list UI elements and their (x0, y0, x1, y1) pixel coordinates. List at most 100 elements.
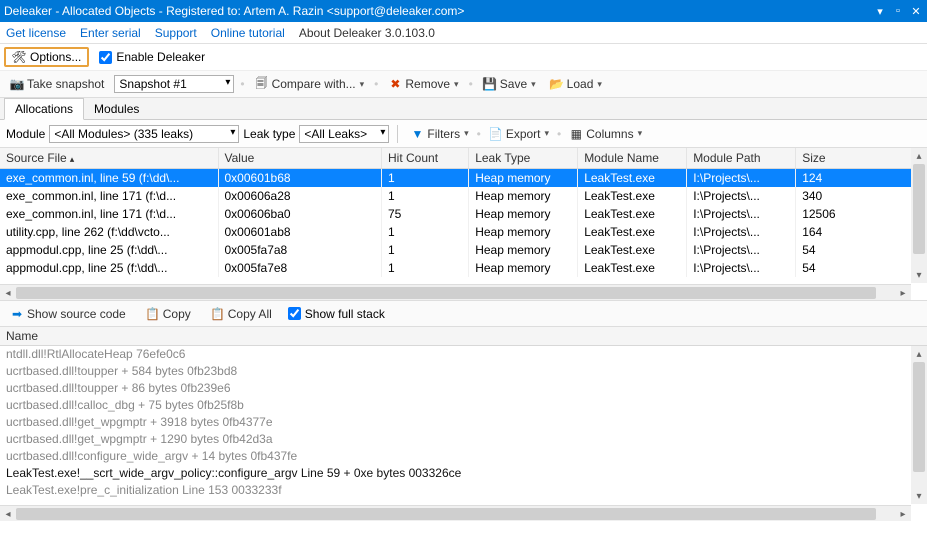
cell-hit: 75 (382, 205, 469, 223)
show-source-label: Show source code (27, 307, 126, 321)
grid-vscrollbar[interactable]: ▴ ▾ (911, 148, 927, 283)
show-full-stack-checkbox[interactable]: Show full stack (288, 307, 385, 321)
remove-button[interactable]: ✖ Remove ▾ (384, 75, 462, 93)
menu-get-license[interactable]: Get license (6, 26, 66, 40)
take-snapshot-button[interactable]: 📷 Take snapshot (6, 75, 108, 93)
enable-checkbox-input[interactable] (99, 51, 112, 64)
export-button[interactable]: 📄 Export ▾ (485, 125, 553, 143)
grid-header-row: Source File Value Hit Count Leak Type Mo… (0, 148, 927, 169)
stack-item[interactable]: ucrtbased.dll!get_wpgmptr + 1290 bytes 0… (0, 431, 927, 448)
table-row[interactable]: appmodul.cpp, line 25 (f:\dd\...0x005fa7… (0, 259, 927, 277)
stack-item[interactable]: ucrtbased.dll!calloc_dbg + 75 bytes 0fb2… (0, 397, 927, 414)
compare-button[interactable]: 🗐 Compare with... ▾ (251, 75, 369, 93)
allocations-grid[interactable]: Source File Value Hit Count Leak Type Mo… (0, 148, 927, 277)
copy-button[interactable]: 📋 Copy (142, 305, 195, 323)
scroll-left-icon[interactable]: ◂ (0, 506, 16, 521)
scroll-up-icon[interactable]: ▴ (911, 148, 927, 164)
separator: • (557, 127, 561, 141)
tab-allocations[interactable]: Allocations (4, 98, 84, 120)
col-module-name[interactable]: Module Name (578, 148, 687, 169)
scroll-thumb[interactable] (913, 362, 925, 472)
scroll-right-icon[interactable]: ▸ (895, 285, 911, 300)
module-label: Module (6, 127, 45, 141)
allocations-grid-wrap: Source File Value Hit Count Leak Type Mo… (0, 148, 927, 300)
main-toolbar: 📷 Take snapshot Snapshot #1 • 🗐 Compare … (0, 70, 927, 98)
copy-all-button[interactable]: 📋 Copy All (207, 305, 276, 323)
save-button[interactable]: 💾 Save ▾ (479, 75, 540, 93)
scroll-thumb[interactable] (16, 508, 876, 520)
leak-type-dropdown[interactable]: <All Leaks> (299, 125, 389, 143)
cell-path: I:\Projects\... (687, 223, 796, 241)
col-source-file[interactable]: Source File (0, 148, 218, 169)
scroll-up-icon[interactable]: ▴ (911, 346, 927, 362)
cell-path: I:\Projects\... (687, 169, 796, 188)
stack-vscrollbar[interactable]: ▴ ▾ (911, 346, 927, 504)
stack-item[interactable]: LeakTest.exe!pre_c_initialization Line 1… (0, 482, 927, 499)
filters-button[interactable]: ▼ Filters ▾ (406, 125, 472, 143)
options-button[interactable]: 🛠 Options... (4, 47, 89, 67)
maximize-icon[interactable]: ▫ (891, 4, 905, 18)
chevron-down-icon: ▾ (360, 79, 365, 90)
stack-item[interactable]: ucrtbased.dll!toupper + 584 bytes 0fb23b… (0, 363, 927, 380)
wrench-icon: 🛠 (12, 50, 26, 64)
col-leak-type[interactable]: Leak Type (469, 148, 578, 169)
cell-src: exe_common.inl, line 171 (f:\d... (0, 187, 218, 205)
enable-label: Enable Deleaker (116, 50, 205, 64)
close-icon[interactable]: ✕ (909, 4, 923, 18)
cell-size: 54 (796, 259, 927, 277)
col-hit-count[interactable]: Hit Count (382, 148, 469, 169)
cell-size: 54 (796, 241, 927, 259)
cell-hit: 1 (382, 241, 469, 259)
stack-list[interactable]: ntdll.dll!RtlAllocateHeap 76efe0c6ucrtba… (0, 346, 927, 499)
scroll-right-icon[interactable]: ▸ (895, 506, 911, 521)
scroll-down-icon[interactable]: ▾ (911, 488, 927, 504)
columns-label: Columns (586, 127, 633, 141)
grid-hscrollbar[interactable]: ◂ ▸ (0, 284, 911, 300)
col-size[interactable]: Size (796, 148, 927, 169)
stack-hscrollbar[interactable]: ◂ ▸ (0, 505, 911, 521)
columns-icon: ▦ (569, 127, 583, 141)
stack-item[interactable]: LeakTest.exe!__scrt_wide_argv_policy::co… (0, 465, 927, 482)
minimize-icon[interactable]: ▾ (873, 4, 887, 18)
cell-leak: Heap memory (469, 259, 578, 277)
table-row[interactable]: exe_common.inl, line 171 (f:\d...0x00606… (0, 187, 927, 205)
columns-button[interactable]: ▦ Columns ▾ (565, 125, 646, 143)
table-row[interactable]: appmodul.cpp, line 25 (f:\dd\...0x005fa7… (0, 241, 927, 259)
snapshot-dropdown[interactable]: Snapshot #1 (114, 75, 234, 93)
enable-deleaker-checkbox[interactable]: Enable Deleaker (99, 50, 205, 64)
cell-val: 0x00606ba0 (218, 205, 382, 223)
menu-online-tutorial[interactable]: Online tutorial (211, 26, 285, 40)
menu-enter-serial[interactable]: Enter serial (80, 26, 141, 40)
cell-src: exe_common.inl, line 59 (f:\dd\... (0, 169, 218, 188)
tab-modules[interactable]: Modules (84, 99, 149, 119)
show-source-button[interactable]: ➡ Show source code (6, 305, 130, 323)
stack-item[interactable]: ucrtbased.dll!get_wpgmptr + 3918 bytes 0… (0, 414, 927, 431)
menu-about[interactable]: About Deleaker 3.0.103.0 (299, 26, 435, 40)
cell-src: appmodul.cpp, line 25 (f:\dd\... (0, 241, 218, 259)
menu-bar: Get license Enter serial Support Online … (0, 22, 927, 44)
table-row[interactable]: utility.cpp, line 262 (f:\dd\vcto...0x00… (0, 223, 927, 241)
col-module-path[interactable]: Module Path (687, 148, 796, 169)
table-row[interactable]: exe_common.inl, line 59 (f:\dd\...0x0060… (0, 169, 927, 188)
filters-label: Filters (427, 127, 460, 141)
table-row[interactable]: exe_common.inl, line 171 (f:\d...0x00606… (0, 205, 927, 223)
scroll-left-icon[interactable]: ◂ (0, 285, 16, 300)
load-label: Load (567, 77, 594, 91)
cell-size: 124 (796, 169, 927, 188)
module-dropdown[interactable]: <All Modules> (335 leaks) (49, 125, 239, 143)
stack-item[interactable]: ntdll.dll!RtlAllocateHeap 76efe0c6 (0, 346, 927, 363)
snapshot-value: Snapshot #1 (119, 77, 186, 91)
col-value[interactable]: Value (218, 148, 382, 169)
stack-item[interactable]: ucrtbased.dll!toupper + 86 bytes 0fb239e… (0, 380, 927, 397)
stack-item[interactable]: ucrtbased.dll!configure_wide_argv + 14 b… (0, 448, 927, 465)
load-button[interactable]: 📂 Load ▾ (546, 75, 606, 93)
stack-header[interactable]: Name (0, 326, 927, 346)
show-full-input[interactable] (288, 307, 301, 320)
scroll-thumb[interactable] (16, 287, 876, 299)
cell-leak: Heap memory (469, 169, 578, 188)
cell-val: 0x005fa7e8 (218, 259, 382, 277)
menu-support[interactable]: Support (155, 26, 197, 40)
scroll-thumb[interactable] (913, 164, 925, 254)
cell-val: 0x005fa7a8 (218, 241, 382, 259)
scroll-down-icon[interactable]: ▾ (911, 267, 927, 283)
